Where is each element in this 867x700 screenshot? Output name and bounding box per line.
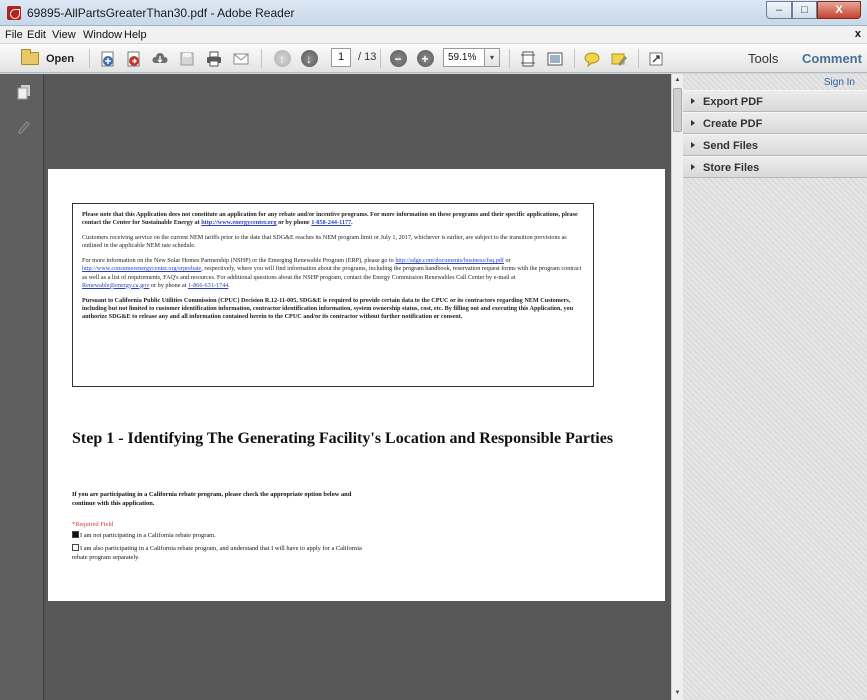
export-pdf-icon[interactable]: [124, 48, 144, 69]
required-field-label: *Required Field: [72, 521, 114, 528]
panel-send-files[interactable]: Send Files: [683, 134, 867, 156]
create-pdf-icon[interactable]: [98, 48, 118, 69]
toolbar-separator: [574, 49, 575, 68]
expand-arrow-icon: [691, 120, 695, 126]
zoom-in-icon: +: [416, 50, 434, 67]
nshp-link[interactable]: http://sdge.com/documents/business/fsq.p…: [395, 257, 504, 264]
comment-tab[interactable]: Comment: [802, 51, 862, 66]
menu-bar: File Edit View Window Help x: [0, 26, 867, 44]
open-button[interactable]: [19, 48, 41, 69]
checkbox-unchecked[interactable]: [72, 544, 79, 551]
tools-tab[interactable]: Tools: [748, 51, 778, 66]
document-view[interactable]: Please note that this Application does n…: [44, 74, 671, 700]
notice-paragraph-2: Customers receiving service on the curre…: [82, 234, 567, 250]
call-center-phone-link[interactable]: 1-866-631-1744: [188, 282, 228, 289]
phone-link[interactable]: 1-858-244-1177: [311, 219, 351, 226]
next-page-icon: ↓: [300, 50, 318, 67]
window-controls: – □ X: [766, 1, 861, 19]
rebate-instruction: If you are participating in a California…: [72, 491, 352, 507]
tools-pane: Sign In Export PDF Create PDF Send Files…: [683, 74, 867, 700]
open-button-label[interactable]: Open: [46, 53, 74, 65]
panel-label: Store Files: [703, 162, 760, 174]
email-icon[interactable]: [231, 48, 251, 69]
cloud-icon[interactable]: [150, 48, 170, 69]
zoom-level-input[interactable]: 59.1%: [443, 48, 489, 67]
notice-paragraph-3: For more information on the New Solar Ho…: [82, 257, 582, 289]
scroll-up-icon[interactable]: ▲: [672, 75, 683, 86]
previous-page-button[interactable]: ↑: [272, 48, 292, 69]
toolbar: Open ↑ ↓ − + Tools Comment: [0, 44, 867, 73]
zoom-out-icon: −: [389, 50, 407, 67]
navigation-pane: [0, 74, 44, 700]
title-bar: 69895-AllPartsGreaterThan30.pdf - Adobe …: [0, 0, 867, 26]
expand-arrow-icon: [691, 142, 695, 148]
document-close-icon[interactable]: x: [855, 28, 861, 40]
fit-page-icon[interactable]: [518, 48, 538, 69]
page-number-input[interactable]: 1: [331, 48, 351, 67]
panel-create-pdf[interactable]: Create PDF: [683, 112, 867, 134]
zoom-dropdown-button[interactable]: ▾: [484, 48, 500, 67]
toolbar-separator: [261, 49, 262, 68]
panel-export-pdf[interactable]: Export PDF: [683, 90, 867, 112]
minimize-button[interactable]: –: [766, 1, 792, 19]
panel-label: Send Files: [703, 140, 759, 152]
save-icon[interactable]: [177, 48, 197, 69]
email-link[interactable]: Renewable@energy.ca.gov: [82, 282, 149, 289]
next-page-button[interactable]: ↓: [299, 48, 319, 69]
vertical-scrollbar[interactable]: ▲ ▼: [671, 74, 683, 700]
panel-label: Export PDF: [703, 96, 763, 108]
fit-width-icon[interactable]: [545, 48, 565, 69]
notice-paragraph-1: Please note that this Application does n…: [82, 211, 578, 227]
sign-in-link[interactable]: Sign In: [824, 77, 855, 88]
notice-paragraph-4: Pursuant to California Public Utilities …: [82, 296, 574, 320]
pages-thumbnail-icon[interactable]: [16, 84, 32, 100]
full-screen-icon[interactable]: [646, 48, 666, 69]
expand-arrow-icon: [691, 98, 695, 104]
adobe-reader-icon: [7, 6, 21, 20]
energycenter-link[interactable]: http://www.energycenter.org: [201, 219, 276, 226]
notice-box: Please note that this Application does n…: [72, 203, 594, 387]
option-not-participating[interactable]: I am not participating in a California r…: [72, 531, 362, 540]
option-also-participating[interactable]: I am also participating in a California …: [72, 544, 362, 562]
page-total: / 13: [358, 51, 377, 63]
menu-help[interactable]: Help: [124, 29, 147, 41]
menu-window[interactable]: Window: [83, 29, 122, 41]
pdf-page: Please note that this Application does n…: [48, 169, 665, 601]
scroll-thumb[interactable]: [673, 88, 682, 132]
close-button[interactable]: X: [817, 1, 861, 19]
previous-page-icon: ↑: [273, 50, 291, 67]
window-title: 69895-AllPartsGreaterThan30.pdf - Adobe …: [27, 6, 295, 20]
expand-arrow-icon: [691, 164, 695, 170]
toolbar-separator: [638, 49, 639, 68]
checkbox-checked[interactable]: [72, 531, 79, 538]
scroll-down-icon[interactable]: ▼: [672, 688, 683, 699]
toolbar-separator: [509, 49, 510, 68]
erp-link[interactable]: http://www.consumerenergycenter.org/erpr…: [82, 265, 201, 272]
toolbar-separator: [89, 49, 90, 68]
panel-store-files[interactable]: Store Files: [683, 156, 867, 178]
step-heading: Step 1 - Identifying The Generating Faci…: [72, 430, 614, 447]
zoom-in-button[interactable]: +: [415, 48, 435, 69]
comment-note-icon[interactable]: [582, 48, 602, 69]
zoom-out-button[interactable]: −: [388, 48, 408, 69]
maximize-button[interactable]: □: [792, 1, 817, 19]
menu-file[interactable]: File: [5, 29, 23, 41]
highlight-icon[interactable]: [609, 48, 629, 69]
menu-edit[interactable]: Edit: [27, 29, 46, 41]
panel-label: Create PDF: [703, 118, 763, 130]
signature-pen-icon[interactable]: [16, 118, 32, 134]
open-icon: [21, 49, 39, 65]
menu-view[interactable]: View: [52, 29, 76, 41]
toolbar-separator: [380, 49, 381, 68]
print-icon[interactable]: [204, 48, 224, 69]
